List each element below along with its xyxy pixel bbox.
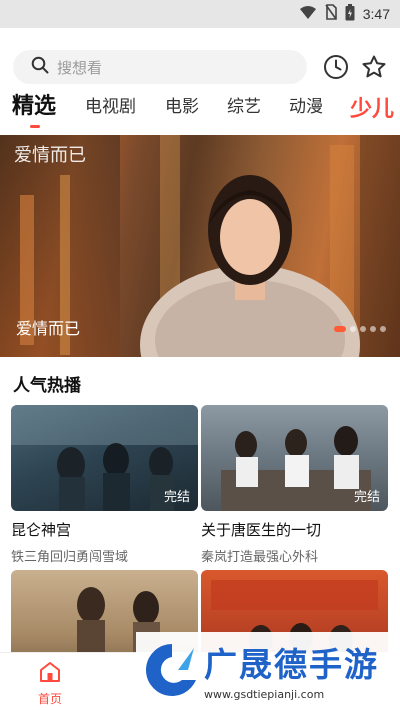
card-subtitle: 铁三角回归勇闯雪域: [11, 550, 129, 565]
kids-logo-icon: 少儿: [349, 97, 394, 122]
status-bar: 3:47: [0, 0, 400, 28]
nav-home-label: 首页: [37, 692, 62, 706]
video-card[interactable]: 完结 昆仑神宫 铁三角回归勇闯雪域: [11, 405, 198, 565]
banner-dot[interactable]: [380, 326, 386, 332]
search-placeholder: 搜想看: [57, 58, 103, 77]
tab-movies[interactable]: 电影: [165, 92, 199, 122]
tab-anime[interactable]: 动漫: [289, 92, 323, 122]
tab-tv-series[interactable]: 电视剧: [85, 92, 136, 122]
nav-home[interactable]: 首页: [26, 661, 74, 707]
status-badge: 完结: [353, 490, 380, 505]
no-sim-icon: [325, 4, 337, 24]
banner-dot[interactable]: [360, 326, 366, 332]
search-row: 搜想看: [0, 48, 400, 86]
favorites-star-icon[interactable]: [359, 52, 389, 82]
status-icons: 3:47: [299, 3, 390, 25]
card-title: 关于唐医生的一切: [201, 521, 322, 539]
banner-dot-active[interactable]: [334, 326, 346, 332]
hero-banner[interactable]: 爱情而已 爱情而已: [0, 135, 400, 357]
active-tab-indicator: [30, 125, 40, 128]
banner-pagination[interactable]: [334, 326, 386, 332]
banner-dot[interactable]: [350, 326, 356, 332]
status-badge: 完结: [163, 490, 190, 505]
banner-title: 爱情而已: [16, 319, 81, 338]
watermark-logo-icon: [146, 644, 196, 696]
banner-dot[interactable]: [370, 326, 376, 332]
category-tabs: 精选 电视剧 电影 综艺 动漫 少儿: [0, 92, 400, 128]
tab-kids[interactable]: 少儿: [349, 92, 395, 122]
video-thumbnail: 完结: [201, 405, 388, 511]
watermark: 广晟德手游 www.gsdtiepianji.com: [136, 632, 400, 710]
watermark-name: 广晟德手游: [204, 645, 379, 684]
svg-text:少儿: 少儿: [350, 97, 394, 122]
search-icon: [31, 56, 49, 78]
battery-icon: [345, 3, 355, 25]
tab-variety[interactable]: 综艺: [227, 92, 261, 122]
tab-featured[interactable]: 精选: [12, 92, 56, 122]
search-input[interactable]: 搜想看: [13, 50, 307, 84]
video-thumbnail: 完结: [11, 405, 198, 511]
home-icon: [38, 661, 62, 687]
section-title: 人气热播: [13, 376, 81, 396]
status-time: 3:47: [362, 6, 390, 22]
wifi-icon: [299, 5, 317, 24]
banner-show-logo: 爱情而已: [14, 145, 86, 166]
card-title: 昆仑神宫: [11, 521, 72, 539]
card-subtitle: 秦岚打造最强心外科: [201, 550, 319, 565]
video-card[interactable]: 完结 关于唐医生的一切 秦岚打造最强心外科: [201, 405, 388, 565]
watermark-url: www.gsdtiepianji.com: [204, 688, 325, 701]
history-icon[interactable]: [321, 52, 351, 82]
